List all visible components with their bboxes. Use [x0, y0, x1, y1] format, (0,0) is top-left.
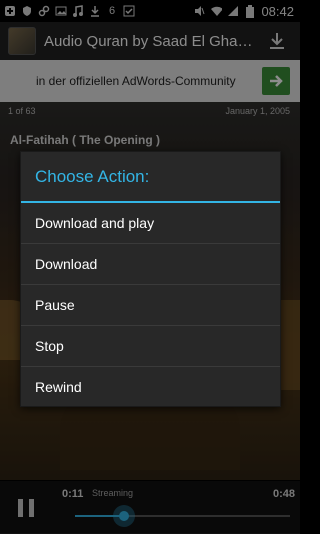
action-download-and-play[interactable]: Download and play — [21, 203, 280, 244]
choose-action-dialog: Choose Action: Download and play Downloa… — [20, 151, 281, 407]
dialog-title: Choose Action: — [35, 166, 150, 186]
action-stop[interactable]: Stop — [21, 326, 280, 367]
action-pause[interactable]: Pause — [21, 285, 280, 326]
action-rewind[interactable]: Rewind — [21, 367, 280, 407]
action-download[interactable]: Download — [21, 244, 280, 285]
